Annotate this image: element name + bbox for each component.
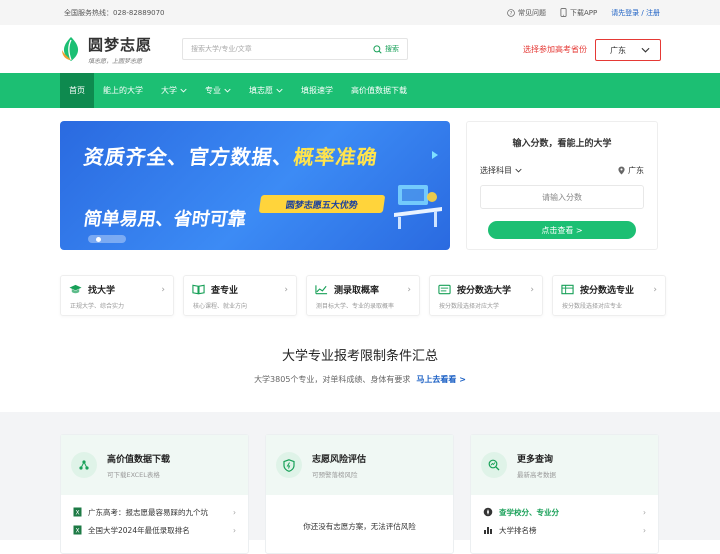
top-links: ? 常见问题 下载APP 请先登录 / 注册 <box>507 8 660 18</box>
score-box-title: 输入分数，看能上的大学 <box>512 139 612 149</box>
subject-select[interactable]: 选择科目 <box>480 165 522 176</box>
share-nodes-icon <box>71 452 97 478</box>
list-item[interactable]: X 广东高考：报志愿最容易踩的九个坑 › <box>61 503 248 521</box>
top-utility-bar: 全国服务热线：028-82889070 ? 常见问题 下载APP 请先登录 / … <box>0 0 720 25</box>
panel-subtitle: 最新高考数据 <box>517 470 556 479</box>
feature-cards: 找大学 正规大学、综合实力 › 查专业 核心课程、就业方向 › 测录取概率 测目… <box>60 275 666 316</box>
feature-card-score-major[interactable]: 按分数选专业 按分数段选择对应专业 › <box>552 275 666 316</box>
choose-province-label: 选择参加高考省份 <box>523 45 587 54</box>
panel-risk-assessment: 志愿风险评估 可预警落榜风险 你还没有志愿方案，无法评估风险 <box>265 434 454 554</box>
feature-card-find-major[interactable]: 查专业 核心课程、就业方向 › <box>183 275 297 316</box>
nav-item-quick-learning[interactable]: 填报速学 <box>292 73 342 108</box>
search-icon <box>373 44 382 54</box>
search-input[interactable]: 搜索大学/专业/文章 <box>191 44 252 54</box>
restrictions-desc: 大学3805个专业，对单科成绩、身体有要求 <box>254 375 411 384</box>
nav-item-fill-application[interactable]: 填志愿 <box>240 73 292 108</box>
svg-text:X: X <box>75 509 79 516</box>
search-button[interactable]: 搜索 <box>373 44 399 54</box>
hotline-text: 全国服务热线：028-82889070 <box>64 8 165 17</box>
phone-icon <box>560 8 567 17</box>
chevron-down-icon <box>180 88 187 93</box>
view-results-button[interactable]: 点击查看 > <box>488 221 636 239</box>
chevron-down-icon <box>224 88 231 93</box>
panel-more-queries: 更多查询 最新高考数据 查学校分、专业分 › 大学排名榜 › <box>470 434 659 554</box>
search-bar[interactable]: 搜索大学/专业/文章 搜索 <box>182 38 408 60</box>
score-query-box: 输入分数，看能上的大学 选择科目 广东 请输入分数 点击查看 > <box>466 121 658 250</box>
list-item[interactable]: 大学排名榜 › <box>471 521 658 539</box>
panel-subtitle: 可预警落榜风险 <box>312 470 358 479</box>
desk-illustration-icon <box>394 185 442 229</box>
panel-title: 志愿风险评估 <box>312 454 367 465</box>
chevron-right-icon: › <box>407 285 411 295</box>
province-select[interactable]: 广东 <box>595 39 661 61</box>
chevron-right-icon: › <box>653 285 657 295</box>
restrictions-link[interactable]: 马上去看看 > <box>416 375 466 384</box>
chevron-down-icon <box>276 88 283 93</box>
banner-subline: 简单易用、省时可靠 <box>82 209 248 230</box>
banner-headline: 资质齐全、官方数据、概率准确 <box>82 145 380 169</box>
chevron-right-icon: › <box>233 525 236 535</box>
banner-tag: 圆梦志愿五大优势 <box>258 195 386 213</box>
open-book-icon <box>192 284 205 295</box>
svg-text:X: X <box>75 527 79 534</box>
question-icon: ? <box>507 8 515 16</box>
brand-name: 圆梦志愿 <box>88 35 153 54</box>
chevron-right-icon: › <box>233 507 236 517</box>
chevron-right-icon: › <box>643 525 646 535</box>
feature-card-score-university[interactable]: 按分数选大学 按分数段选择对应大学 › <box>429 275 543 316</box>
graduation-cap-icon <box>69 284 82 294</box>
restrictions-section: 大学专业报考限制条件汇总 大学3805个专业，对单科成绩、身体有要求 马上去看看 … <box>0 345 720 385</box>
province-value: 广东 <box>610 45 626 55</box>
feature-card-admission-probability[interactable]: 测录取概率 测目标大学、专业的录取概率 › <box>306 275 420 316</box>
chevron-right-icon: › <box>530 285 534 295</box>
list-item[interactable]: 查学校分、专业分 › <box>471 503 658 521</box>
panel-data-download: 高价值数据下载 可下载EXCEL表格 X 广东高考：报志愿最容易踩的九个坑 › … <box>60 434 249 554</box>
shield-icon <box>276 452 302 478</box>
chevron-right-icon: › <box>643 507 646 517</box>
table-icon <box>561 284 574 295</box>
search-data-icon <box>481 452 507 478</box>
list-item[interactable]: X 全国大学2024年最低录取排名 › <box>61 521 248 539</box>
chevron-right-icon: › <box>284 285 288 295</box>
panel-subtitle: 可下载EXCEL表格 <box>107 470 160 479</box>
nav-item-reachable-universities[interactable]: 能上的大学 <box>94 73 152 108</box>
main-nav: 首页 能上的大学 大学 专业 填志愿 填报速学 高价值数据下载 <box>0 73 720 108</box>
excel-icon: X <box>73 525 82 535</box>
nav-item-majors[interactable]: 专业 <box>196 73 240 108</box>
panel-title: 高价值数据下载 <box>107 454 171 465</box>
panel-title: 更多查询 <box>517 454 554 465</box>
chevron-down-icon <box>641 47 650 53</box>
bottom-panels-area: 高价值数据下载 可下载EXCEL表格 X 广东高考：报志愿最容易踩的九个坑 › … <box>0 412 720 554</box>
feature-card-find-university[interactable]: 找大学 正规大学、综合实力 › <box>60 275 174 316</box>
compass-icon <box>483 507 493 517</box>
leaf-logo-icon <box>62 37 79 61</box>
list-icon <box>438 284 451 295</box>
faq-link[interactable]: ? 常见问题 <box>507 8 546 18</box>
ranking-icon <box>484 527 492 534</box>
nav-item-data-download[interactable]: 高价值数据下载 <box>342 73 416 108</box>
nav-item-home[interactable]: 首页 <box>60 73 94 108</box>
brand-slogan: 填志愿，上圆梦志愿 <box>88 57 143 65</box>
site-header: 圆梦志愿 填志愿，上圆梦志愿 搜索大学/专业/文章 搜索 选择参加高考省份 广东 <box>0 25 720 73</box>
risk-empty-message: 你还没有志愿方案，无法评估风险 <box>303 522 416 531</box>
chevron-right-icon: › <box>161 285 165 295</box>
score-input[interactable]: 请输入分数 <box>480 185 644 209</box>
login-register-link[interactable]: 请先登录 / 注册 <box>611 8 660 18</box>
carousel-next-icon[interactable] <box>432 151 438 159</box>
promo-banner[interactable]: 资质齐全、官方数据、概率准确 简单易用、省时可靠 圆梦志愿五大优势 <box>60 121 450 250</box>
excel-icon: X <box>73 507 82 517</box>
restrictions-title: 大学专业报考限制条件汇总 <box>281 349 438 364</box>
carousel-indicator[interactable] <box>88 235 126 243</box>
location-province[interactable]: 广东 <box>618 165 644 176</box>
nav-item-universities[interactable]: 大学 <box>152 73 196 108</box>
site-logo[interactable]: 圆梦志愿 填志愿，上圆梦志愿 <box>60 34 180 65</box>
chevron-down-icon <box>515 168 522 173</box>
location-pin-icon <box>618 166 625 175</box>
chart-icon <box>315 285 328 295</box>
download-app-link[interactable]: 下载APP <box>560 8 597 18</box>
